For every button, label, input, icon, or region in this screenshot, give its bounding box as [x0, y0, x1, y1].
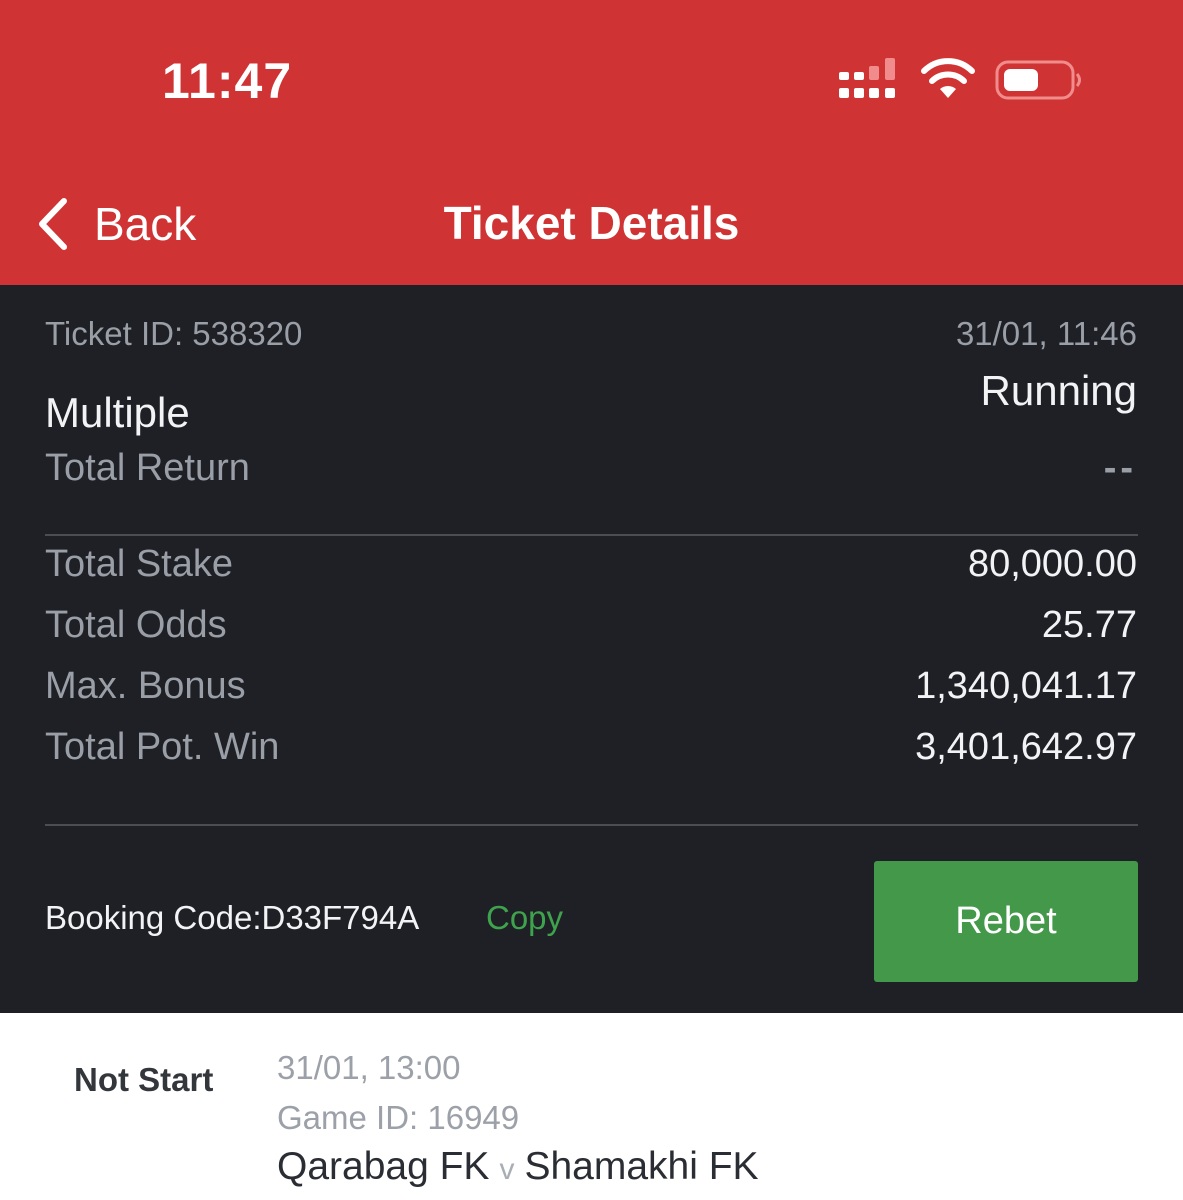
- total-return-label: Total Return: [45, 447, 250, 489]
- match-game-id: Game ID: 16949: [277, 1099, 520, 1136]
- booking-code: Booking Code:D33F794A: [45, 899, 420, 936]
- max-bonus-label: Max. Bonus: [45, 665, 246, 707]
- status-time: 11:47: [162, 53, 293, 109]
- rebet-button[interactable]: Rebet: [874, 861, 1138, 982]
- match-teams: Qarabag FK v Shamakhi FK: [277, 1145, 759, 1189]
- cellular-signal-icon: [839, 58, 895, 98]
- versus-separator: v: [499, 1153, 515, 1186]
- app-header: 11:47 Back Ticket Details: [0, 0, 1183, 285]
- match-status: Not Start: [74, 1061, 214, 1098]
- total-return-value: --: [1103, 447, 1137, 489]
- ticket-id: Ticket ID: 538320: [45, 315, 303, 352]
- total-stake-label: Total Stake: [45, 543, 233, 585]
- bet-type: Multiple: [45, 389, 190, 436]
- away-team: Shamakhi FK: [524, 1145, 759, 1188]
- battery-icon: [995, 60, 1081, 100]
- copy-booking-code-button[interactable]: Copy: [486, 899, 563, 937]
- page-title: Ticket Details: [443, 197, 740, 249]
- ticket-status: Running: [980, 367, 1137, 414]
- wifi-icon: [921, 58, 975, 98]
- total-odds-label: Total Odds: [45, 604, 227, 646]
- total-pot-win-label: Total Pot. Win: [45, 726, 280, 768]
- ticket-date-time: 31/01, 11:46: [955, 315, 1137, 352]
- divider: [45, 534, 1138, 536]
- home-team: Qarabag FK: [277, 1145, 490, 1188]
- ticket-summary-panel: Ticket ID: 538320 31/01, 11:46 Running M…: [0, 285, 1183, 1013]
- max-bonus-value: 1,340,041.17: [915, 665, 1137, 707]
- total-odds-value: 25.77: [1041, 604, 1137, 646]
- divider: [45, 824, 1138, 826]
- total-stake-value: 80,000.00: [967, 543, 1137, 585]
- match-date-time: 31/01, 13:00: [277, 1049, 461, 1086]
- match-item: Not Start 31/01, 13:00 Game ID: 16949 Qa…: [0, 1013, 1183, 1200]
- total-pot-win-value: 3,401,642.97: [915, 726, 1137, 768]
